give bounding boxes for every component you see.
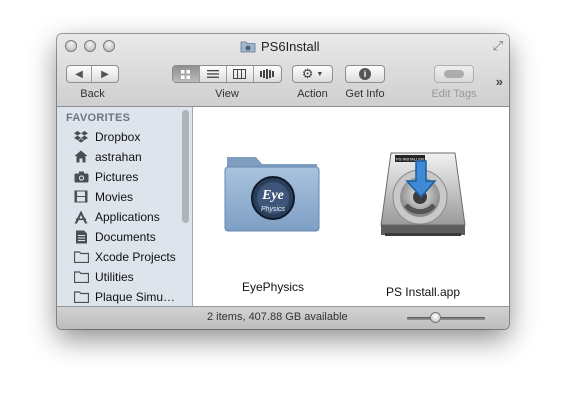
action-button[interactable]: ⚙ ▼ [292, 65, 333, 83]
window-title-text: PS6Install [261, 38, 320, 54]
document-icon [73, 230, 89, 244]
sidebar-item-pictures[interactable]: Pictures [73, 167, 138, 186]
folder-icon [73, 250, 89, 264]
sidebar-item-label: Applications [95, 209, 160, 224]
sidebar: FAVORITES Dropbox astrahan Pictures Movi… [57, 107, 193, 306]
coverflow-view-icon [260, 69, 275, 79]
toolbar-overflow-icon[interactable]: » [496, 74, 503, 89]
folder-icon [240, 41, 256, 52]
column-view-icon [233, 69, 247, 79]
action-label: Action [297, 88, 328, 100]
sidebar-scrollbar[interactable] [182, 110, 189, 223]
forward-button[interactable]: ▶ [92, 66, 118, 82]
sidebar-item-xcode-projects[interactable]: Xcode Projects [73, 247, 176, 266]
status-text: 2 items, 407.88 GB available [207, 311, 348, 323]
finder-window: PS6Install ⤢ ◀ ▶ Back View ⚙ ▼ Action i … [57, 34, 509, 329]
get-info-label: Get Info [345, 88, 385, 100]
sidebar-item-label: Documents [95, 229, 156, 244]
window-title: PS6Install [240, 37, 320, 55]
sidebar-heading: FAVORITES [66, 112, 131, 124]
camera-icon [73, 170, 89, 184]
back-button[interactable]: ◀ [67, 66, 93, 82]
sidebar-item-applications[interactable]: Applications [73, 207, 160, 226]
status-bar: 2 items, 407.88 GB available [57, 306, 509, 329]
sidebar-item-astrahan[interactable]: astrahan [73, 147, 142, 166]
installer-disk-icon: PS INSTALLER [380, 152, 466, 236]
forward-arrow-icon: ▶ [101, 68, 109, 80]
view-label: View [215, 88, 239, 100]
icon-size-slider[interactable] [407, 317, 485, 320]
back-forward-control: ◀ ▶ [66, 65, 119, 83]
eyephysics-folder-item[interactable]: Eye Physics [218, 147, 328, 257]
dropbox-icon [73, 130, 89, 144]
sidebar-item-documents[interactable]: Documents [73, 227, 156, 246]
sidebar-item-label: Plaque Simu… [95, 289, 176, 304]
info-icon: i [359, 68, 371, 80]
sidebar-item-plaque-simu[interactable]: Plaque Simu… [73, 287, 175, 306]
eyephysics-folder-icon: Eye Physics [224, 157, 320, 232]
chevron-down-icon: ▼ [316, 70, 324, 78]
sidebar-item-label: Utilities [95, 269, 134, 284]
zoom-button[interactable] [103, 40, 115, 52]
applications-icon [73, 210, 89, 224]
ps-install-app-label: PS Install.app [385, 285, 461, 299]
edit-tags-label: Edit Tags [431, 88, 477, 100]
folder-icon [73, 270, 89, 284]
list-view-button[interactable] [200, 66, 228, 82]
back-label: Back [80, 88, 105, 100]
sidebar-item-label: astrahan [95, 149, 142, 164]
film-icon [73, 190, 89, 204]
eyephysics-badge-subtext: Physics [261, 206, 286, 213]
fullscreen-icon[interactable]: ⤢ [493, 38, 503, 54]
icon-size-slider-knob[interactable] [429, 312, 441, 323]
sidebar-item-dropbox[interactable]: Dropbox [73, 127, 140, 146]
coverflow-view-button[interactable] [254, 66, 281, 82]
minimize-button[interactable] [84, 40, 96, 52]
view-mode-control [172, 65, 282, 83]
icon-view-button[interactable] [173, 66, 200, 82]
sidebar-item-utilities[interactable]: Utilities [73, 267, 134, 286]
edit-tags-button[interactable] [434, 65, 474, 83]
icon-view-icon [181, 69, 191, 79]
home-icon [73, 150, 89, 164]
toolbar: PS6Install ⤢ ◀ ▶ Back View ⚙ ▼ Action i … [57, 34, 509, 107]
eyephysics-label: EyePhysics [241, 280, 305, 294]
sidebar-item-movies[interactable]: Movies [73, 187, 133, 206]
sidebar-item-label: Xcode Projects [95, 249, 176, 264]
sidebar-item-label: Dropbox [95, 129, 141, 144]
tag-icon [444, 70, 464, 78]
close-button[interactable] [65, 40, 77, 52]
sidebar-item-label: Pictures [95, 169, 139, 184]
eyephysics-badge-text: Eye [261, 188, 284, 203]
list-view-icon [206, 70, 219, 78]
ps-install-app-item[interactable]: PS INSTALLER [373, 145, 473, 245]
column-view-button[interactable] [227, 66, 254, 82]
file-browser-area: Eye Physics EyePhysics PS INSTALLER PS I… [193, 107, 509, 306]
back-arrow-icon: ◀ [75, 68, 83, 80]
sidebar-item-label: Movies [95, 189, 134, 204]
folder-icon [73, 290, 89, 304]
gear-icon: ⚙ [301, 66, 314, 81]
get-info-button[interactable]: i [345, 65, 385, 83]
